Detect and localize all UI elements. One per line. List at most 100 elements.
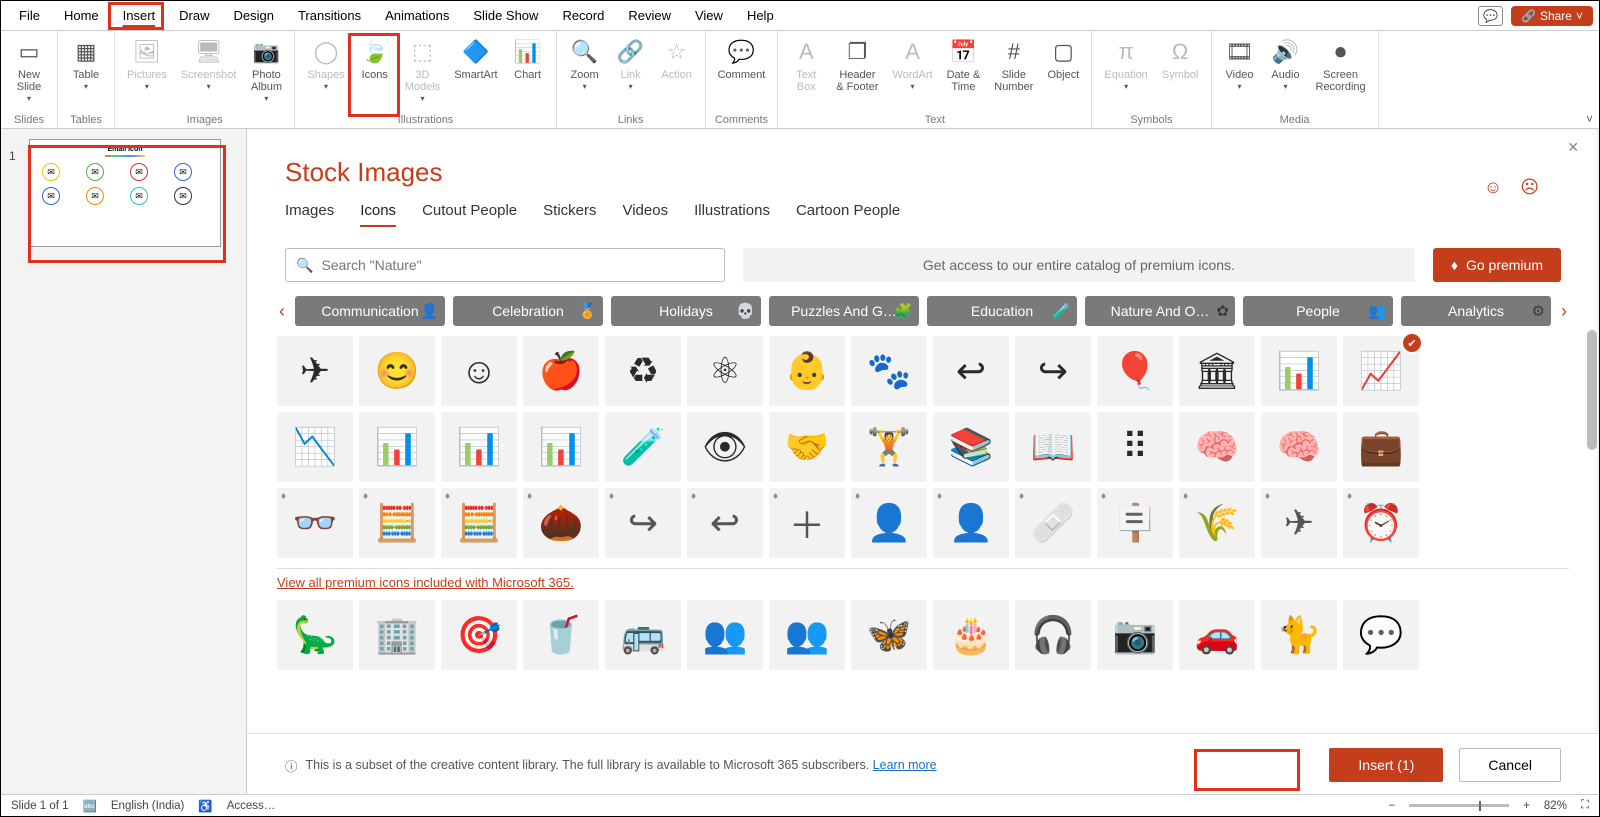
icon-cell[interactable]: 🎯 [441,600,517,670]
go-premium-button[interactable]: ♦ Go premium [1433,248,1561,282]
feedback-sad-icon[interactable]: ☹ [1520,177,1539,198]
icon-cell[interactable]: 👶 [769,336,845,406]
icon-cell[interactable]: 🧠 [1261,412,1337,482]
ribbon-smartart[interactable]: 🔷SmartArt [448,33,503,114]
icon-cell-premium[interactable]: ♦🧮 [359,488,435,558]
icon-cell-premium[interactable]: ♦🪧 [1097,488,1173,558]
ribbon-icons[interactable]: 🍃Icons [353,33,397,114]
icon-cell[interactable]: 🐈 [1261,600,1337,670]
search-input-wrapper[interactable]: 🔍 [285,248,725,282]
ribbon--d-models[interactable]: ⬚3DModels▾ [399,33,446,114]
icon-cell-premium[interactable]: ♦🌾 [1179,488,1255,558]
share-button[interactable]: 🔗 Share ˅ [1511,6,1593,26]
icon-cell-premium[interactable]: ♦🧮 [441,488,517,558]
menu-record[interactable]: Record [550,3,616,28]
tab-videos[interactable]: Videos [622,202,668,227]
icon-cell[interactable]: 🏛 [1179,336,1255,406]
icon-cell[interactable]: 👥 [687,600,763,670]
ribbon-date-time[interactable]: 📅Date &Time [941,33,987,114]
icon-cell[interactable]: 📷 [1097,600,1173,670]
icon-cell-premium[interactable]: ♦👤 [933,488,1009,558]
icon-cell[interactable]: 📊 [1261,336,1337,406]
icon-cell-premium[interactable]: ♦↩ [687,488,763,558]
icon-cell[interactable]: 👁 [687,412,763,482]
status-lang[interactable]: English (India) [111,800,185,812]
fit-to-window-icon[interactable]: ⛶ [1581,799,1589,812]
insert-button[interactable]: Insert (1) [1329,748,1443,782]
icon-cell[interactable]: 📊 [441,412,517,482]
ribbon-table[interactable]: ▦Table▾ [64,33,108,114]
icon-cell[interactable]: 🚗 [1179,600,1255,670]
ribbon-video[interactable]: 🎞Video▾ [1218,33,1262,114]
icon-cell[interactable]: 🦋 [851,600,927,670]
learn-more-link[interactable]: Learn more [873,758,937,772]
icon-cell[interactable]: 📉 [277,412,353,482]
menu-review[interactable]: Review [616,3,683,28]
icon-cell[interactable]: ⠿ [1097,412,1173,482]
ribbon-object[interactable]: ▢Object [1041,33,1085,114]
icon-cell[interactable]: 💼 [1343,412,1419,482]
icon-cell[interactable]: 🏢 [359,600,435,670]
tab-images[interactable]: Images [285,202,334,227]
icon-cell[interactable]: 🚌 [605,600,681,670]
category-people[interactable]: People👥 [1243,296,1393,326]
accessibility-icon[interactable]: ♿ [198,799,212,813]
ribbon-text-box[interactable]: ATextBox [784,33,828,114]
icon-cell[interactable]: 📖 [1015,412,1091,482]
icon-cell[interactable]: 📈 [1343,336,1419,406]
icon-cell[interactable]: 🤝 [769,412,845,482]
icon-cell[interactable]: 🧠 [1179,412,1255,482]
cancel-button[interactable]: Cancel [1459,748,1561,782]
icon-cell[interactable]: 🧪 [605,412,681,482]
status-access[interactable]: Access… [227,800,276,812]
menu-view[interactable]: View [683,3,735,28]
ribbon-audio[interactable]: 🔊Audio▾ [1264,33,1308,114]
menu-insert[interactable]: Insert [111,3,168,28]
menu-transitions[interactable]: Transitions [286,3,373,28]
menu-draw[interactable]: Draw [167,3,221,28]
icon-cell[interactable]: 🎧 [1015,600,1091,670]
category-analytics[interactable]: Analytics⚙ [1401,296,1551,326]
zoom-slider[interactable] [1409,804,1509,807]
ribbon-screen-recording[interactable]: ⏺ScreenRecording [1310,33,1372,114]
icon-cell[interactable]: 📊 [359,412,435,482]
icon-cell[interactable]: 📚 [933,412,1009,482]
ribbon-slide-number[interactable]: #SlideNumber [988,33,1039,114]
ribbon-comment[interactable]: 💬Comment [712,33,772,114]
icon-cell-premium[interactable]: ♦⏰ [1343,488,1419,558]
feedback-happy-icon[interactable]: ☺ [1484,177,1502,198]
icon-cell-premium[interactable]: ♦👤 [851,488,927,558]
category-nature[interactable]: Nature And O…✿ [1085,296,1235,326]
icon-cell[interactable]: 😊 [359,336,435,406]
scrollbar-thumb[interactable] [1587,330,1597,450]
icon-cell[interactable]: 🏋 [851,412,927,482]
icon-cell[interactable]: 🍎 [523,336,599,406]
close-icon[interactable]: ✕ [1567,139,1579,156]
search-input[interactable] [321,257,714,273]
icon-cell[interactable]: 💬 [1343,600,1419,670]
menu-home[interactable]: Home [52,3,111,28]
icon-cell-premium[interactable]: ♦✈ [1261,488,1337,558]
icon-cell-premium[interactable]: ♦＋ [769,488,845,558]
icon-cell[interactable]: ↩ [933,336,1009,406]
category-celebration[interactable]: Celebration🏅 [453,296,603,326]
icon-cell[interactable]: ↪ [1015,336,1091,406]
category-puzzles[interactable]: Puzzles And G…🧩 [769,296,919,326]
ribbon-pictures[interactable]: 🖼Pictures▾ [121,33,173,114]
icon-cell[interactable]: ☺ [441,336,517,406]
ribbon-photo-album[interactable]: 📷PhotoAlbum▾ [244,33,288,114]
icon-cell-premium[interactable]: ♦👓 [277,488,353,558]
category-prev-icon[interactable]: ‹ [277,301,287,322]
category-communication[interactable]: Communication👤 [295,296,445,326]
ribbon-action[interactable]: ☆Action [655,33,699,114]
slide-thumbnail-1[interactable]: Email Icon ✉✉✉✉ ✉✉✉✉ [29,139,221,247]
ribbon-equation[interactable]: πEquation▾ [1098,33,1153,114]
icon-cell-premium[interactable]: ♦🌰 [523,488,599,558]
menu-slideshow[interactable]: Slide Show [461,3,550,28]
tab-stickers[interactable]: Stickers [543,202,596,227]
status-zoom[interactable]: 82% [1544,800,1567,812]
ribbon-header-footer[interactable]: ❐Header& Footer [830,33,884,114]
icon-cell[interactable]: 🥤 [523,600,599,670]
ribbon-zoom[interactable]: 🔍Zoom▾ [563,33,607,114]
category-next-icon[interactable]: › [1559,301,1569,322]
